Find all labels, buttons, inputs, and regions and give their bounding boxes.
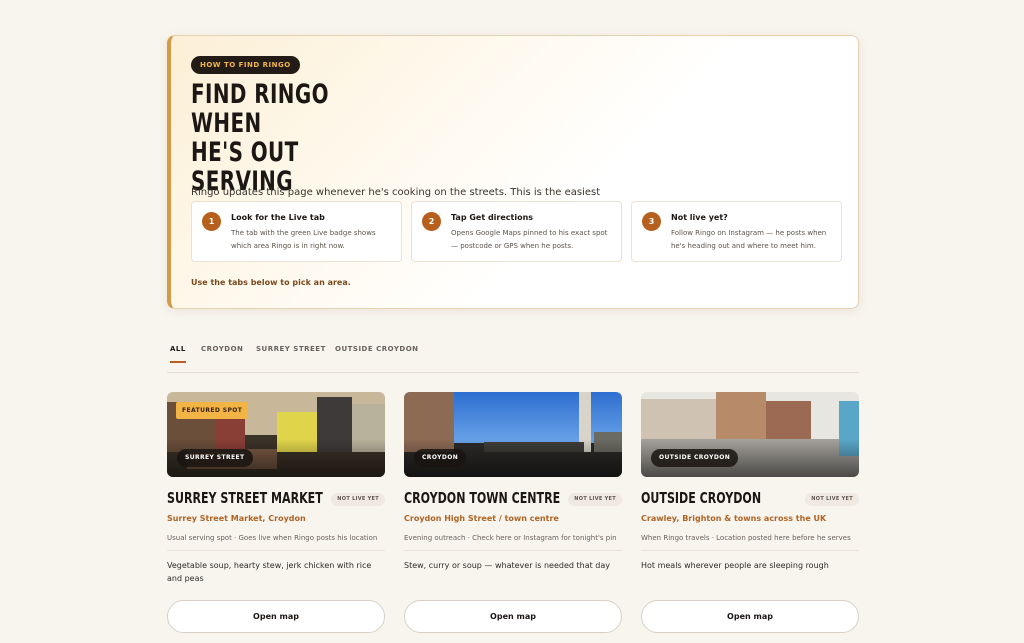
card-title: SURREY STREET MARKET [167, 489, 323, 507]
tab-all[interactable]: ALL [170, 340, 186, 363]
step-title: Tap Get directions [451, 213, 534, 222]
title-line-1: FIND RINGO WHEN [191, 79, 329, 139]
location-photo: FEATURED SPOT SURREY STREET [167, 392, 385, 477]
step-number: 1 [202, 212, 221, 231]
area-chip: OUTSIDE CROYDON [651, 449, 739, 467]
card-meta: Evening outreach · Check here or Instagr… [404, 533, 622, 551]
status-badge: NOT LIVE YET [568, 493, 622, 506]
page-title: FIND RINGO WHEN HE'S OUT SERVING [191, 80, 404, 196]
card-menu: Hot meals wherever people are sleeping r… [641, 561, 829, 570]
step-number: 3 [642, 212, 661, 231]
step-card-3: 3 Not live yet? Follow Ringo on Instagra… [631, 201, 842, 262]
step-title: Not live yet? [671, 213, 728, 222]
tab-outside-croydon[interactable]: OUTSIDE CROYDON [335, 340, 419, 363]
location-photo: CROYDON [404, 392, 622, 477]
card-meta: Usual serving spot · Goes live when Ring… [167, 533, 385, 551]
eyebrow-badge: HOW TO FIND RINGO [191, 56, 300, 74]
card-menu: Vegetable soup, hearty stew, jerk chicke… [167, 561, 372, 583]
tab-surrey-street[interactable]: SURREY STREET [256, 340, 326, 363]
card-title: CROYDON TOWN CENTRE [404, 489, 561, 507]
step-card-1: 1 Look for the Live tab The tab with the… [191, 201, 402, 262]
area-chip: CROYDON [414, 449, 467, 467]
location-photo: OUTSIDE CROYDON [641, 392, 859, 477]
tabs-hint: Use the tabs below to pick an area. [191, 278, 351, 287]
step-card-2: 2 Tap Get directions Opens Google Maps p… [411, 201, 622, 262]
open-map-button[interactable]: Open map [167, 600, 385, 633]
card-location: Crawley, Brighton & towns across the UK [641, 514, 827, 523]
card-title: OUTSIDE CROYDON [641, 489, 762, 507]
open-map-button[interactable]: Open map [404, 600, 622, 633]
open-map-button[interactable]: Open map [641, 600, 859, 633]
area-chip: SURREY STREET [177, 449, 253, 467]
step-title: Look for the Live tab [231, 213, 325, 222]
card-meta: When Ringo travels · Location posted her… [641, 533, 859, 551]
location-card-surrey-street: FEATURED SPOT SURREY STREET SURREY STREE… [167, 392, 385, 633]
how-to-find-panel: HOW TO FIND RINGO FIND RINGO WHEN HE'S O… [167, 35, 859, 309]
card-location: Croydon High Street / town centre [404, 514, 559, 523]
step-description: The tab with the green Live badge shows … [231, 229, 376, 250]
location-card-croydon: CROYDON CROYDON TOWN CENTRE NOT LIVE YET… [404, 392, 622, 633]
location-card-outside-croydon: OUTSIDE CROYDON OUTSIDE CROYDON NOT LIVE… [641, 392, 859, 633]
step-description: Opens Google Maps pinned to his exact sp… [451, 229, 608, 250]
card-menu: Stew, curry or soup — whatever is needed… [404, 561, 611, 570]
step-description: Follow Ringo on Instagram — he posts whe… [671, 229, 827, 250]
step-number: 2 [422, 212, 441, 231]
tab-croydon[interactable]: CROYDON [201, 340, 243, 363]
status-badge: NOT LIVE YET [805, 493, 859, 506]
featured-badge: FEATURED SPOT [176, 402, 249, 419]
card-location: Surrey Street Market, Croydon [167, 514, 306, 523]
status-badge: NOT LIVE YET [331, 493, 385, 506]
area-tabs: ALL CROYDON SURREY STREET OUTSIDE CROYDO… [167, 340, 859, 373]
